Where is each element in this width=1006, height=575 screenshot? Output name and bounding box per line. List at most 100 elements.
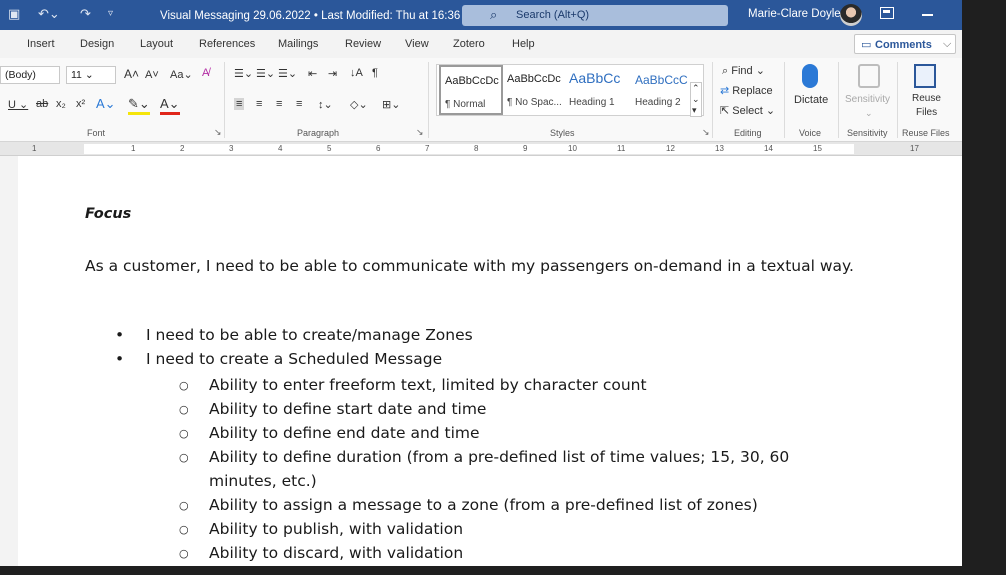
comment-icon: ▭ [861, 39, 872, 51]
style-normal[interactable]: AaBbCcDc ¶ Normal [439, 65, 503, 115]
voice-group-label: Voice [799, 128, 822, 138]
superscript-icon[interactable]: x² [76, 98, 85, 110]
find-button[interactable]: ⌕ Find ⌄ [722, 64, 765, 78]
comments-button[interactable]: ▭ Comments ⌵ [854, 34, 956, 54]
reuse-files-group-label: Reuse Files [902, 128, 950, 138]
font-name-dropdown[interactable]: (Body) [0, 66, 60, 84]
select-cursor-icon: ⇱ [720, 105, 730, 117]
bullets-icon[interactable]: ☰⌄ [234, 67, 253, 80]
ruler-text-area [84, 144, 854, 154]
align-left-icon[interactable]: ≡ [234, 98, 245, 110]
circle-bullet-marker: ○ [179, 499, 189, 512]
group-divider [838, 62, 839, 138]
justify-icon[interactable]: ≡ [296, 98, 302, 110]
list-item: • I need to create a Scheduled Message [115, 350, 443, 368]
sub-list-item: ○ Ability to assign a message to a zone … [179, 493, 849, 517]
reuse-label-1[interactable]: Reuse [912, 93, 941, 104]
font-color-icon[interactable]: A⌄ [160, 96, 180, 115]
change-case-icon[interactable]: Aa⌄ [170, 68, 193, 81]
sub-list-item: ○ Ability to define duration (from a pre… [179, 448, 790, 490]
numbering-icon[interactable]: ☰⌄ [256, 67, 275, 80]
bullet-marker: • [115, 326, 125, 344]
editing-group-label: Editing [734, 128, 762, 138]
ribbon-display-options-icon[interactable] [880, 7, 894, 19]
font-dialog-launcher-icon[interactable]: ↘ [214, 127, 222, 138]
save-icon[interactable]: ▣ [8, 6, 20, 22]
highlight-icon[interactable]: ✎⌄ [128, 96, 150, 115]
style-heading-2[interactable]: AaBbCcC Heading 2 [631, 65, 695, 115]
replace-icon: ⇄ [720, 85, 730, 97]
horizontal-ruler[interactable]: 1 1 2 3 4 5 6 7 8 9 10 11 12 13 14 15 17 [0, 142, 962, 156]
underline-icon[interactable]: U ⌄ [8, 98, 28, 111]
shading-icon[interactable]: ◇⌄ [350, 98, 368, 111]
reuse-label-2[interactable]: Files [916, 107, 937, 118]
search-icon: ⌕ [722, 65, 729, 77]
group-divider [712, 62, 713, 138]
ribbon-tabs: Insert Design Layout References Mailings… [0, 30, 962, 58]
undo-icon[interactable]: ↶⌄ [38, 6, 60, 22]
align-right-icon[interactable]: ≡ [276, 98, 282, 110]
intro-paragraph: As a customer, I need to be able to comm… [85, 257, 854, 275]
styles-dialog-launcher-icon[interactable]: ↘ [702, 127, 710, 138]
circle-bullet-marker: ○ [179, 523, 189, 536]
group-divider [784, 62, 785, 138]
search-box[interactable]: ⌕ Search (Alt+Q) [462, 5, 728, 26]
user-name[interactable]: Marie-Clare Doyle [748, 8, 841, 20]
search-icon: ⌕ [490, 7, 498, 22]
sub-list-item: ○ Ability to publish, with validation [179, 517, 849, 541]
sub-list-item: ○ Ability to discard, with validation [179, 541, 849, 565]
styles-more-icon[interactable]: ⌃ ⌄ ▾ [690, 82, 702, 117]
ribbon: (Body) 11 ⌄ A˄ A˅ Aa⌄ A̸ U ⌄ ab x₂ x² A⌄… [0, 58, 962, 142]
strikethrough-icon[interactable]: ab [36, 98, 48, 110]
increase-indent-icon[interactable]: ⇥ [328, 67, 337, 80]
styles-gallery: AaBbCcDc ¶ Normal AaBbCcDc ¶ No Spac... … [436, 64, 704, 116]
decrease-indent-icon[interactable]: ⇤ [308, 67, 317, 80]
title-bar: ▣ ↶⌄ ↷ ▿ Visual Messaging 29.06.2022 • L… [0, 0, 962, 30]
align-center-icon[interactable]: ≡ [256, 98, 262, 110]
sort-icon[interactable]: ↓A [350, 67, 363, 79]
dictate-button[interactable]: Dictate [794, 94, 828, 106]
reuse-files-icon [914, 64, 936, 88]
tab-mailings[interactable]: Mailings [278, 38, 318, 50]
style-heading-1[interactable]: AaBbCc Heading 1 [565, 65, 629, 115]
shrink-font-icon[interactable]: A˅ [145, 69, 159, 81]
tab-references[interactable]: References [199, 38, 255, 50]
clear-formatting-icon[interactable]: A̸ [202, 67, 209, 79]
style-no-spacing[interactable]: AaBbCcDc ¶ No Spac... [503, 65, 567, 115]
subscript-icon[interactable]: x₂ [56, 98, 66, 110]
tab-zotero[interactable]: Zotero [453, 38, 485, 50]
circle-bullet-marker: ○ [179, 379, 189, 392]
group-divider [428, 62, 429, 138]
microphone-icon[interactable] [802, 64, 818, 88]
tab-insert[interactable]: Insert [27, 38, 55, 50]
paragraph-group-label: Paragraph [297, 128, 340, 138]
line-spacing-icon[interactable]: ↕⌄ [318, 98, 333, 111]
list-item: • I need to be able to create/manage Zon… [115, 326, 473, 344]
group-divider [897, 62, 898, 138]
borders-icon[interactable]: ⊞⌄ [382, 98, 400, 111]
redo-icon[interactable]: ↷ [80, 6, 91, 22]
minimize-icon[interactable] [922, 14, 933, 16]
tab-design[interactable]: Design [80, 38, 114, 50]
replace-button[interactable]: ⇄ Replace [720, 84, 773, 97]
document-page[interactable]: Focus As a customer, I need to be able t… [18, 156, 962, 566]
text-effects-icon[interactable]: A⌄ [96, 96, 116, 112]
select-button[interactable]: ⇱ Select ⌄ [720, 104, 775, 117]
paragraph-dialog-launcher-icon[interactable]: ↘ [416, 127, 424, 138]
tab-help[interactable]: Help [512, 38, 535, 50]
avatar[interactable] [840, 4, 862, 26]
tab-review[interactable]: Review [345, 38, 381, 50]
show-formatting-icon[interactable]: ¶ [372, 67, 378, 79]
font-group-label: Font [87, 128, 106, 138]
multilevel-list-icon[interactable]: ☰⌄ [278, 67, 297, 80]
sub-list-item: ○ Ability to enter freeform text, limite… [179, 373, 849, 397]
document-title[interactable]: Visual Messaging 29.06.2022 • Last Modif… [160, 8, 473, 22]
sub-list-item: ○ Ability to define start date and time [179, 397, 849, 421]
styles-group-label: Styles [550, 128, 575, 138]
font-size-dropdown[interactable]: 11 ⌄ [66, 66, 116, 84]
word-window: ▣ ↶⌄ ↷ ▿ Visual Messaging 29.06.2022 • L… [0, 0, 962, 566]
tab-layout[interactable]: Layout [140, 38, 173, 50]
customize-quick-access-icon[interactable]: ▿ [108, 8, 113, 19]
grow-font-icon[interactable]: A˄ [124, 67, 139, 81]
tab-view[interactable]: View [405, 38, 429, 50]
